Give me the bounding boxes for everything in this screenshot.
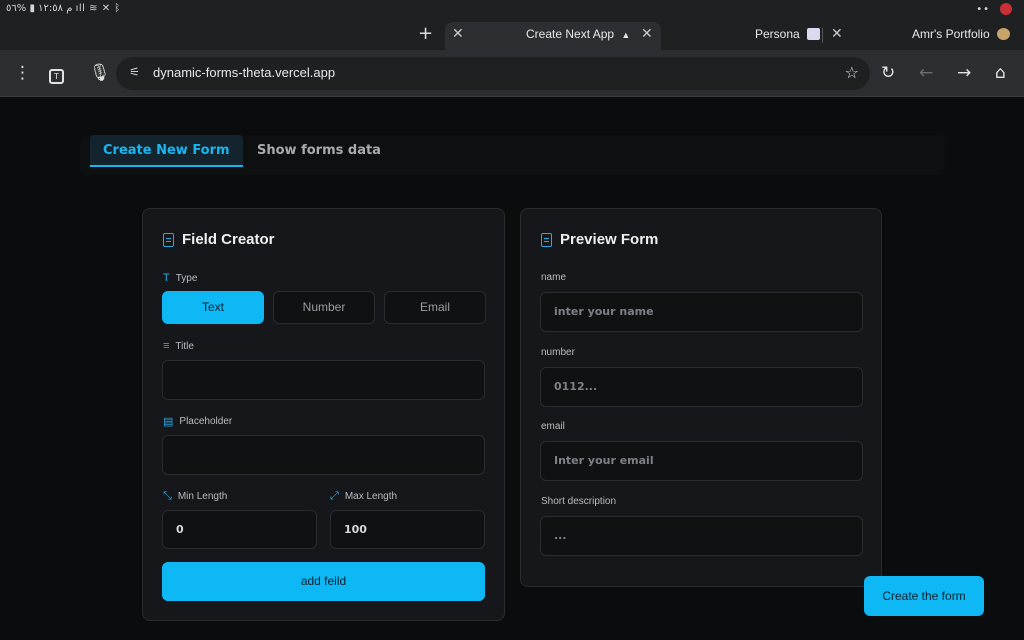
tab-separator	[822, 28, 823, 43]
max-length-input[interactable]: 100	[330, 510, 485, 549]
clock: م ١٢:٥٨	[38, 3, 73, 14]
bluetooth-icon: ᛒ	[114, 3, 121, 14]
status-right: ••	[976, 3, 1012, 15]
preview-description-placeholder: ...	[554, 529, 567, 542]
preview-label-name: name	[541, 272, 567, 283]
triangle-icon: ▲	[621, 30, 631, 40]
tab-title: Amr's Portfolio	[912, 27, 990, 41]
type-number-button[interactable]: Number	[273, 291, 375, 324]
microphone-icon[interactable]: 🎙︎	[89, 63, 111, 83]
preview-label-number: number	[541, 347, 575, 358]
type-label: T Type	[163, 272, 197, 284]
create-form-button[interactable]: Create the form	[864, 576, 984, 616]
system-status-bar: م ١٢:٥٨ ▮ %٥٦ ıll ≋ ✕ ᛒ ••	[0, 0, 1024, 20]
preview-form-card: Preview Form name inter your name number…	[520, 208, 882, 587]
battery-level: %٥٦	[6, 3, 27, 14]
type-text-button[interactable]: Text	[162, 291, 264, 324]
address-bar[interactable]: ⚟ dynamic-forms-theta.vercel.app ☆	[116, 57, 870, 90]
document-small-icon: ▤	[163, 416, 174, 428]
card-title-text: Field Creator	[182, 231, 275, 248]
preview-name-placeholder: inter your name	[554, 305, 654, 318]
close-tab-icon[interactable]: ✕	[831, 26, 843, 42]
title-input[interactable]	[162, 360, 485, 400]
text-type-icon: T	[163, 272, 170, 284]
expand-icon: ⤢	[330, 490, 339, 502]
preview-description-input[interactable]: ...	[540, 516, 863, 556]
tab-show-forms-data[interactable]: Show forms data	[244, 135, 394, 167]
tab-persona[interactable]: Persona	[755, 27, 821, 41]
tab-portfolio[interactable]: Amr's Portfolio	[912, 27, 1010, 41]
min-length-label: ⤡ Min Length	[163, 490, 227, 503]
type-email-button[interactable]: Email	[384, 291, 486, 324]
portfolio-favicon	[997, 28, 1010, 40]
browser-tab-strip: + ✕ Create Next App ▲ ✕ Persona ✕ Amr's …	[0, 20, 1024, 50]
document-icon	[541, 232, 552, 247]
preview-form-title: Preview Form	[541, 231, 658, 248]
url-text[interactable]: dynamic-forms-theta.vercel.app	[153, 65, 335, 80]
new-tab-icon[interactable]: +	[418, 23, 433, 44]
preview-number-input[interactable]: 0112...	[540, 367, 863, 407]
preview-email-input[interactable]: Inter your email	[540, 441, 863, 481]
tab-title: Create Next App	[526, 27, 615, 41]
placeholder-label-text: Placeholder	[179, 416, 233, 427]
preview-number-placeholder: 0112...	[554, 380, 598, 393]
tab-title: Persona	[755, 27, 800, 41]
back-icon[interactable]: ←	[919, 63, 933, 83]
max-length-label: ⤢ Max Length	[330, 490, 397, 503]
title-label: ≡ Title	[163, 340, 194, 352]
browser-toolbar: ⋮ T 🎙︎ ⚟ dynamic-forms-theta.vercel.app …	[0, 50, 1024, 97]
max-length-label-text: Max Length	[344, 491, 398, 502]
min-length-label-text: Min Length	[177, 491, 228, 502]
preview-email-placeholder: Inter your email	[554, 454, 654, 467]
placeholder-label: ▤ Placeholder	[163, 415, 232, 428]
shrink-icon: ⤡	[163, 490, 172, 502]
menu-dots-icon[interactable]: ⋮	[14, 63, 31, 83]
more-dots-icon: ••	[976, 3, 990, 15]
signal-icon: ıll	[75, 3, 86, 14]
wifi-icon: ≋	[89, 3, 98, 14]
app-icon	[1000, 3, 1012, 15]
add-field-button[interactable]: add feild	[162, 562, 485, 601]
home-icon[interactable]: ⌂	[995, 63, 1006, 83]
mute-icon: ✕	[101, 3, 111, 14]
min-length-input[interactable]: 0	[162, 510, 317, 549]
placeholder-input[interactable]	[162, 435, 485, 475]
title-label-text: Title	[175, 340, 194, 352]
field-creator-card: Field Creator T Type Text Number Email ≡…	[142, 208, 505, 621]
status-left: م ١٢:٥٨ ▮ %٥٦ ıll ≋ ✕ ᛒ	[6, 3, 121, 14]
reload-icon[interactable]: ↻	[881, 63, 895, 83]
battery-icon: ▮	[29, 3, 35, 14]
lines-icon: ≡	[163, 340, 170, 352]
document-icon	[163, 232, 174, 247]
persona-favicon	[807, 28, 821, 40]
preview-name-input[interactable]: inter your name	[540, 292, 863, 332]
field-creator-title: Field Creator	[163, 231, 275, 248]
close-tab-icon[interactable]: ✕	[641, 26, 653, 42]
type-label-text: Type	[175, 272, 198, 284]
forward-icon[interactable]: →	[957, 63, 971, 83]
translate-icon[interactable]: T	[49, 64, 64, 84]
site-settings-icon[interactable]: ⚟	[129, 65, 140, 79]
web-page: Create New Form Show forms data Field Cr…	[0, 97, 1024, 640]
bookmark-star-icon[interactable]: ☆	[845, 63, 859, 82]
preview-label-email: email	[541, 421, 565, 432]
form-tabs: Create New Form Show forms data	[80, 135, 945, 175]
preview-label-description: Short description	[541, 496, 617, 507]
max-length-value: 100	[344, 523, 367, 536]
tab-create-new-form[interactable]: Create New Form	[90, 135, 243, 167]
card-title-text: Preview Form	[560, 231, 659, 248]
close-tab-icon[interactable]: ✕	[452, 26, 464, 42]
tab-create-next-app[interactable]: Create Next App ▲	[526, 27, 630, 41]
min-length-value: 0	[176, 523, 184, 536]
